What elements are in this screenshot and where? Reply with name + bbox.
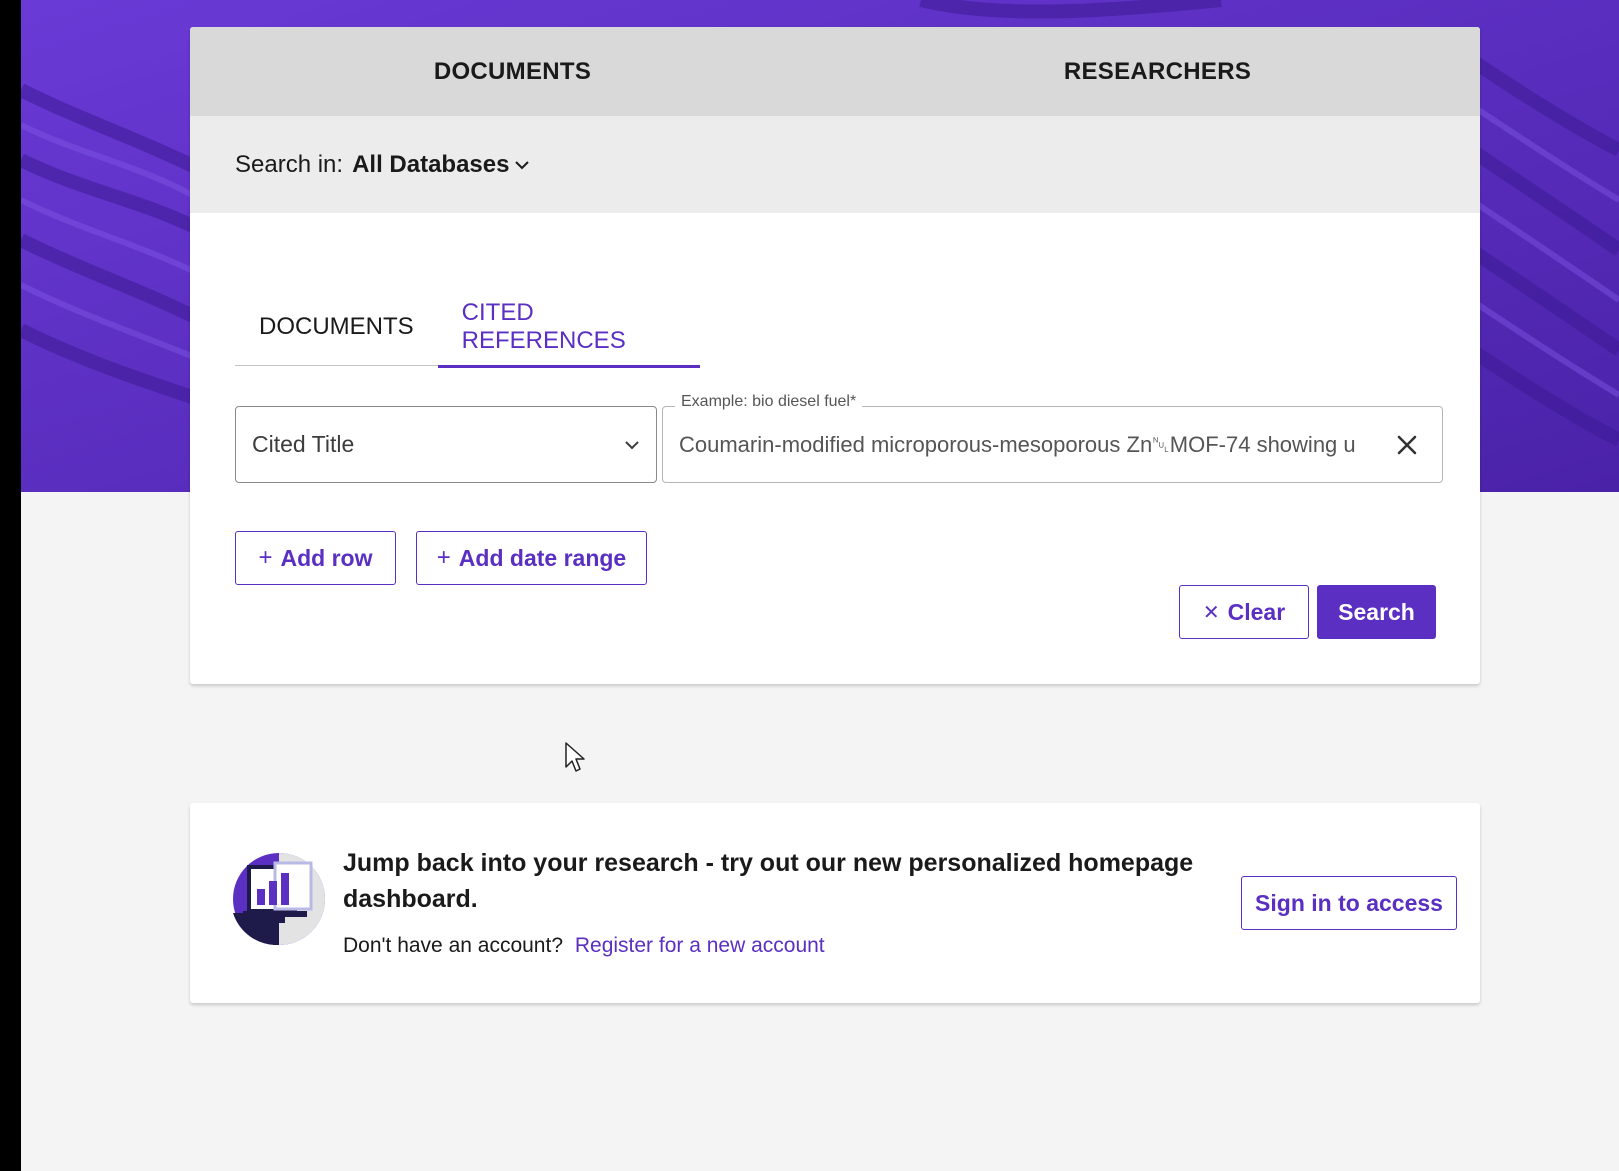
clear-label: Clear [1227, 598, 1286, 625]
search-field-select[interactable]: Cited Title [235, 406, 657, 483]
promo-register-line: Don't have an account? Register for a ne… [343, 934, 825, 958]
dashboard-promo-card: Jump back into your research - try out o… [190, 803, 1480, 1003]
search-card: DOCUMENTS RESEARCHERS Search in: All Dat… [190, 27, 1480, 684]
add-row-button[interactable]: + Add row [235, 531, 396, 585]
database-selector[interactable]: All Databases [352, 150, 530, 179]
database-selector-value: All Databases [352, 150, 510, 178]
search-query-input[interactable]: Example: bio diesel fuel* Coumarin-modif… [662, 393, 1443, 483]
close-icon: ✕ [1202, 601, 1220, 624]
tab-researchers[interactable]: RESEARCHERS [835, 27, 1480, 116]
search-in-label: Search in: [235, 150, 344, 178]
add-date-range-label: Add date range [458, 544, 627, 571]
tab-documents[interactable]: DOCUMENTS [190, 27, 835, 116]
chevron-down-icon [515, 160, 530, 169]
dashboard-chart-icon [233, 853, 325, 945]
tab-documents-search[interactable]: DOCUMENTS [235, 287, 438, 366]
register-link[interactable]: Register for a new account [575, 934, 825, 957]
clear-button[interactable]: ✕ Clear [1179, 585, 1309, 639]
add-row-label: Add row [280, 544, 373, 571]
search-query-legend: Example: bio diesel fuel* [675, 393, 863, 411]
promo-headline: Jump back into your research - try out o… [343, 849, 1194, 913]
search-field-value: Cited Title [252, 431, 355, 457]
sign-in-button[interactable]: Sign in to access [1241, 876, 1457, 930]
search-in-bar: Search in: All Databases [190, 116, 1480, 213]
plus-icon: + [436, 544, 451, 571]
close-icon[interactable] [1396, 434, 1418, 456]
plus-icon: + [258, 544, 273, 571]
mouse-pointer-icon [565, 742, 585, 772]
search-button[interactable]: Search [1317, 585, 1436, 639]
search-type-tabs: DOCUMENTS CITED REFERENCES [235, 287, 701, 368]
tab-cited-references[interactable]: CITED REFERENCES [437, 287, 701, 368]
search-query-value[interactable]: Coumarin-modified microporous-mesoporous… [679, 432, 1373, 458]
add-date-range-button[interactable]: + Add date range [416, 531, 647, 585]
browser-viewport: DOCUMENTS RESEARCHERS Search in: All Dat… [0, 0, 1619, 1171]
no-account-text: Don't have an account? [343, 934, 563, 957]
chevron-down-icon [625, 440, 639, 449]
top-tab-bar: DOCUMENTS RESEARCHERS [190, 27, 1480, 116]
